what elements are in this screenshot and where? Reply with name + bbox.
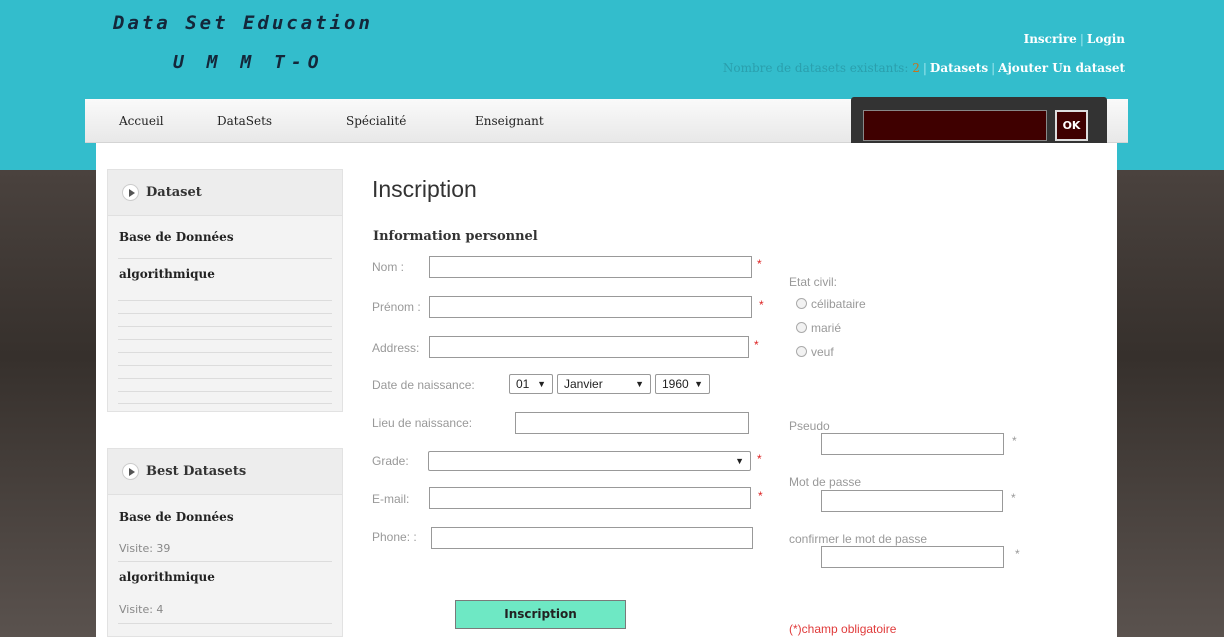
sidebar-best-header: Best Datasets [108, 449, 342, 495]
civil-option-marie[interactable]: marié [796, 321, 841, 335]
divider [118, 258, 332, 259]
dataset-count-line: Nombre de datasets existants: 2 | Datasets… [723, 61, 1125, 75]
phone-input[interactable] [431, 527, 753, 549]
civil-option-label: marié [811, 321, 842, 335]
address-label: Address: [372, 341, 420, 355]
required-mark: * [757, 257, 762, 271]
section-title: Information personnel [373, 229, 538, 244]
dropdown-caret-icon: ▼ [694, 379, 703, 389]
auth-links: Inscrire | Login [1024, 32, 1125, 46]
best-dataset-name[interactable]: algorithmique [119, 570, 215, 584]
site-logo-title[interactable]: Data Set Education [113, 12, 373, 34]
sidebar-dataset-box: Dataset Base de Données algorithmique [107, 169, 343, 412]
best-dataset-visits: Visite: 4 [119, 603, 164, 616]
play-arrow-icon [122, 184, 139, 201]
link-separator: | [1079, 32, 1084, 46]
email-label: E-mail: [372, 492, 410, 506]
nav-item-specialite[interactable]: Spécialité [346, 114, 406, 128]
required-mark: * [758, 489, 763, 503]
grade-label: Grade: [372, 454, 409, 468]
nom-input[interactable] [429, 256, 752, 278]
dataset-count-value: 2 [912, 61, 920, 75]
address-input[interactable] [429, 336, 749, 358]
radio-button[interactable] [796, 322, 807, 333]
civil-status-label: Etat civil: [789, 275, 838, 289]
birth-month-select[interactable]: Janvier ▼ [557, 374, 651, 394]
site-logo-subtitle[interactable]: U M M T-O [173, 52, 325, 73]
sidebar-best-title: Best Datasets [146, 464, 247, 479]
birth-date-label: Date de naissance: [372, 378, 475, 392]
nav-item-enseignant[interactable]: Enseignant [475, 114, 544, 128]
required-mark: * [1015, 547, 1020, 561]
pseudo-label: Pseudo [789, 419, 830, 433]
confirm-password-label: confirmer le mot de passe [789, 532, 928, 546]
register-link[interactable]: Inscrire [1024, 32, 1077, 46]
phone-label: Phone: : [372, 530, 417, 544]
sidebar-dataset-title: Dataset [146, 185, 202, 200]
prenom-input[interactable] [429, 296, 752, 318]
required-mark: * [757, 452, 762, 466]
search-input[interactable] [863, 110, 1047, 141]
required-mark: * [1011, 491, 1016, 505]
civil-option-label: veuf [811, 345, 834, 359]
divider [118, 352, 332, 353]
page-title: Inscription [372, 176, 477, 202]
birth-day-value: 01 [516, 377, 530, 391]
dataset-count-label: Nombre de datasets existants: [722, 61, 909, 75]
divider [118, 378, 332, 379]
dropdown-caret-icon: ▼ [735, 456, 744, 466]
prenom-label: Prénom : [372, 300, 421, 314]
password-label: Mot de passe [789, 475, 862, 489]
divider [118, 561, 332, 562]
birth-day-select[interactable]: 01 ▼ [509, 374, 553, 394]
civil-option-label: célibataire [811, 297, 866, 311]
grade-select[interactable]: ▼ [428, 451, 751, 471]
nav-item-accueil[interactable]: Accueil [119, 114, 164, 128]
sidebar-best-box: Best Datasets Base de Données Visite: 39… [107, 448, 343, 637]
add-dataset-link[interactable]: Ajouter Un dataset [998, 61, 1125, 75]
divider [118, 339, 332, 340]
nav-item-datasets[interactable]: DataSets [217, 114, 272, 128]
divider [118, 391, 332, 392]
civil-option-veuf[interactable]: veuf [796, 345, 834, 359]
login-link[interactable]: Login [1087, 32, 1125, 46]
play-arrow-icon [122, 463, 139, 480]
sidebar-dataset-item[interactable]: Base de Données [119, 230, 234, 244]
divider [118, 403, 332, 404]
radio-button[interactable] [796, 298, 807, 309]
link-separator: | [991, 61, 996, 75]
radio-button[interactable] [796, 346, 807, 357]
civil-option-celibataire[interactable]: célibataire [796, 297, 866, 311]
birth-place-label: Lieu de naissance: [372, 416, 473, 430]
inscription-submit-button[interactable]: Inscription [455, 600, 626, 629]
email-input[interactable] [429, 487, 751, 509]
password-input[interactable] [821, 490, 1003, 512]
dropdown-caret-icon: ▼ [635, 379, 644, 389]
sidebar-dataset-header: Dataset [108, 170, 342, 216]
birth-month-value: Janvier [564, 377, 603, 391]
pseudo-input[interactable] [821, 433, 1004, 455]
search-ok-button[interactable]: OK [1055, 110, 1088, 141]
birth-year-select[interactable]: 1960 ▼ [655, 374, 710, 394]
nom-label: Nom : [372, 260, 405, 274]
required-mark: * [754, 338, 759, 352]
sidebar-dataset-item[interactable]: algorithmique [119, 267, 215, 281]
required-fields-note: (*)champ obligatoire [789, 622, 897, 636]
dropdown-caret-icon: ▼ [537, 379, 546, 389]
best-dataset-visits: Visite: 39 [119, 542, 171, 555]
required-mark: * [1012, 434, 1017, 448]
divider [118, 313, 332, 314]
divider [118, 365, 332, 366]
best-dataset-name[interactable]: Base de Données [119, 510, 234, 524]
divider [118, 623, 332, 624]
birth-place-input[interactable] [515, 412, 749, 434]
confirm-password-input[interactable] [821, 546, 1004, 568]
divider [118, 326, 332, 327]
birth-year-value: 1960 [662, 377, 689, 391]
divider [118, 300, 332, 301]
link-separator: | [922, 61, 927, 75]
datasets-link[interactable]: Datasets [930, 61, 988, 75]
required-mark: * [759, 298, 764, 312]
